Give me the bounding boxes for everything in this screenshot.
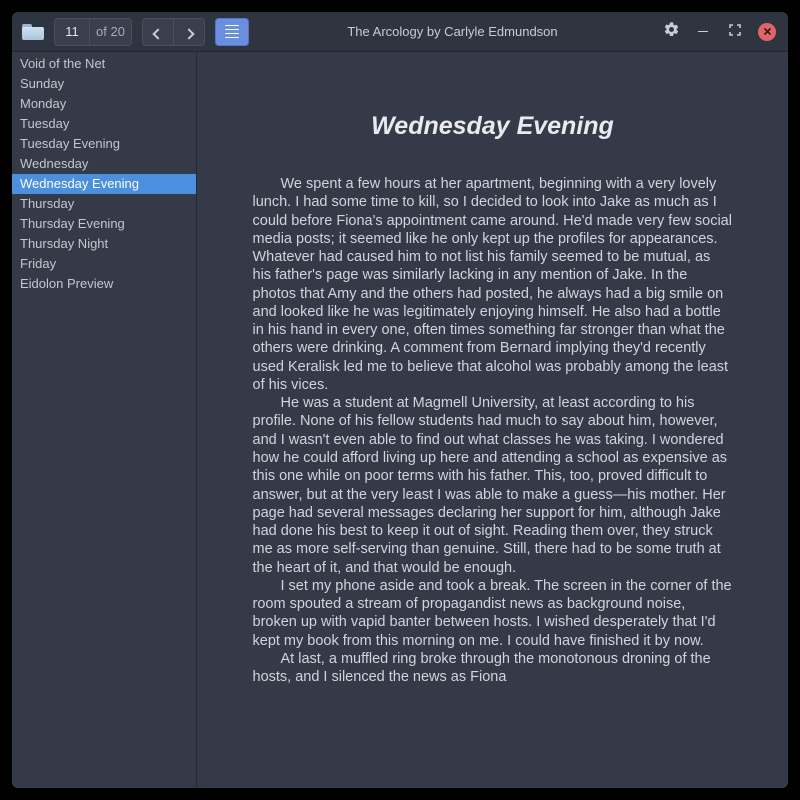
sidebar-item[interactable]: Tuesday Evening xyxy=(12,134,196,154)
next-page-button[interactable] xyxy=(174,19,204,46)
page-number-input[interactable] xyxy=(55,24,89,39)
sidebar-item[interactable]: Wednesday Evening xyxy=(12,174,196,194)
sidebar-item[interactable]: Sunday xyxy=(12,74,196,94)
open-file-button[interactable] xyxy=(18,17,48,47)
chapter-sidebar[interactable]: Void of the NetSundayMondayTuesdayTuesda… xyxy=(12,52,197,788)
chevron-left-icon xyxy=(152,28,163,39)
page-indicator: of 20 xyxy=(54,18,132,46)
titlebar-right xyxy=(656,17,782,47)
sidebar-item[interactable]: Thursday Night xyxy=(12,234,196,254)
paragraph: He was a student at Magmell University, … xyxy=(253,394,733,577)
sidebar-item[interactable]: Tuesday xyxy=(12,114,196,134)
close-icon xyxy=(758,23,776,41)
content-area: Void of the NetSundayMondayTuesdayTuesda… xyxy=(12,52,788,788)
sidebar-item[interactable]: Monday xyxy=(12,94,196,114)
page-content: Wednesday Evening We spent a few hours a… xyxy=(213,52,773,726)
prev-page-button[interactable] xyxy=(143,19,173,46)
document-viewer: Wednesday Evening We spent a few hours a… xyxy=(197,52,788,788)
titlebar-left: of 20 xyxy=(18,17,249,47)
gear-icon xyxy=(663,21,680,43)
page-total-label: of 20 xyxy=(89,19,131,45)
app-window: of 20 The Arcology by Carlyle Edmundson xyxy=(12,12,788,788)
sidebar-item[interactable]: Eidolon Preview xyxy=(12,274,196,294)
sidebar-item[interactable]: Thursday xyxy=(12,194,196,214)
close-button[interactable] xyxy=(752,17,782,47)
sidebar-item[interactable]: Void of the Net xyxy=(12,54,196,74)
maximize-icon xyxy=(729,24,741,39)
minimize-icon xyxy=(698,31,708,33)
document-scroll-region[interactable]: Wednesday Evening We spent a few hours a… xyxy=(197,52,788,788)
chapter-title: Wednesday Evening xyxy=(253,112,733,141)
sidebar-item[interactable]: Wednesday xyxy=(12,154,196,174)
maximize-button[interactable] xyxy=(720,17,750,47)
sidebar-item[interactable]: Thursday Evening xyxy=(12,214,196,234)
page-nav-group xyxy=(142,18,205,46)
chevron-right-icon xyxy=(183,28,194,39)
sidebar-lines-icon xyxy=(225,25,239,39)
paragraph: I set my phone aside and took a break. T… xyxy=(253,577,733,650)
minimize-button[interactable] xyxy=(688,17,718,47)
sidebar-toggle-button[interactable] xyxy=(215,18,249,46)
paragraph: At last, a muffled ring broke through th… xyxy=(253,650,733,687)
chapter-body: We spent a few hours at her apartment, b… xyxy=(253,175,733,686)
sidebar-item[interactable]: Friday xyxy=(12,254,196,274)
paragraph: We spent a few hours at her apartment, b… xyxy=(253,175,733,394)
document-title: The Arcology by Carlyle Edmundson xyxy=(251,24,654,39)
settings-button[interactable] xyxy=(656,17,686,47)
titlebar: of 20 The Arcology by Carlyle Edmundson xyxy=(12,12,788,52)
folder-icon xyxy=(22,24,44,40)
